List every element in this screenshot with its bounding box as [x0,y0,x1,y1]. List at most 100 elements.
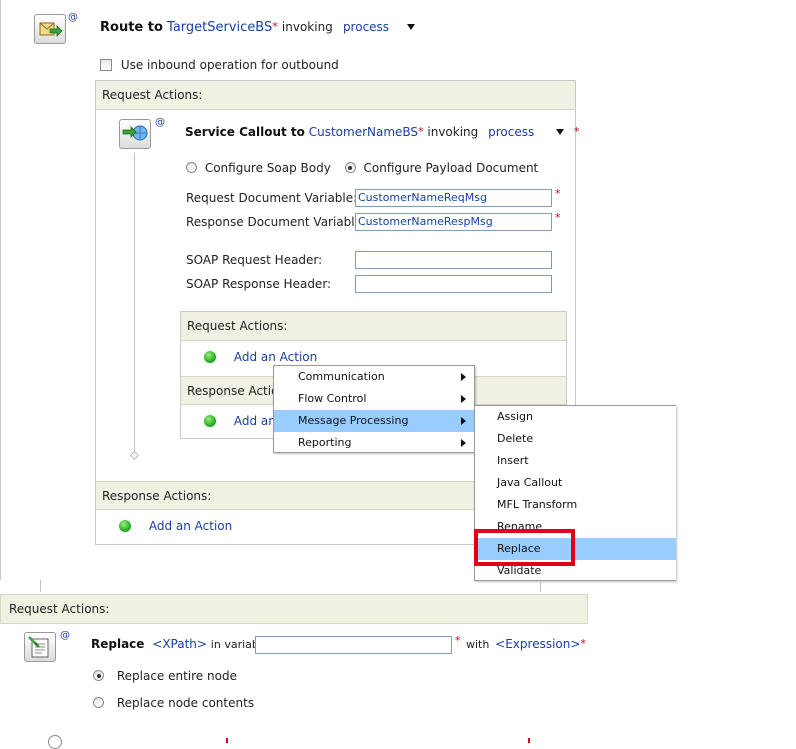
submenu-item-label: MFL Transform [497,498,578,511]
menu-item-label: Flow Control [298,392,367,405]
callout-at-icon[interactable]: @ [155,117,165,128]
add-action-icon[interactable] [204,351,216,363]
use-inbound-row: Use inbound operation for outbound [100,58,339,72]
replace-row: Replace <XPath> in variable [91,637,269,651]
response-add-action[interactable]: Add an Action [119,519,232,533]
callout-operation-dropdown-icon[interactable] [556,129,565,135]
menu-item-label: Reporting [298,436,352,449]
replace-node-contents-label: Replace node contents [116,696,255,710]
clipped-radio [48,735,62,749]
submenu-item-label: Assign [497,410,533,423]
callout-request-add-action[interactable]: Add an Action [204,350,317,364]
divider-tick [540,580,541,592]
submenu-item-assign[interactable]: Assign [475,406,676,428]
callout-tree-line [134,153,135,453]
submenu-item-mfl-transform[interactable]: MFL Transform [475,494,676,516]
replace-label: Replace [91,637,145,651]
replace-entire-node-radio[interactable] [93,670,104,681]
submenu-arrow-icon [461,417,466,425]
route-service-link[interactable]: TargetServiceBS [167,20,272,35]
add-action-link[interactable]: Add an Action [149,519,232,533]
callout-operation[interactable]: process [488,125,534,139]
clipped-marker [528,738,530,743]
menu-item-message-processing[interactable]: Message Processing [274,410,474,432]
required-mark: * [272,20,278,33]
configure-soap-body-label: Configure Soap Body [204,161,331,175]
configure-soap-body-radio[interactable] [186,162,197,173]
expression-link[interactable]: <Expression> [495,637,580,651]
submenu-item-insert[interactable]: Insert [475,450,676,472]
replace-variable-required: * [455,634,461,647]
callout-response-actions-label: Response Actio [187,384,279,398]
replace-highlight-box [474,529,575,566]
route-prefix: Route to [100,20,163,35]
response-doc-label: Response Document Variable: [186,215,367,229]
route-operation[interactable]: process [343,20,389,34]
menu-item-communication[interactable]: Communication [274,366,474,388]
replace-at-icon[interactable]: @ [60,630,70,641]
soap-response-header-input[interactable] [355,275,552,293]
replace-with-row: with <Expression>* [466,637,586,651]
service-callout-title: Service Callout to CustomerNameBS* invok… [185,125,579,139]
callout-response-add-action[interactable]: Add an [204,414,276,428]
replace-entire-node-option: Replace entire node [93,669,237,683]
replace-node-contents-option: Replace node contents [93,696,254,710]
replace-entire-node-label: Replace entire node [116,669,237,683]
required-mark: * [418,125,424,138]
submenu-item-java-callout[interactable]: Java Callout [475,472,676,494]
replace-icon[interactable] [24,632,56,662]
response-doc-input[interactable]: CustomerNameRespMsg [355,213,552,231]
context-menu: Communication Flow Control Message Proce… [273,365,475,453]
xpath-link[interactable]: <XPath> [152,637,207,651]
route-at-icon[interactable]: @ [68,12,78,23]
callout-required-mark: * [573,125,580,138]
required-mark: * [580,637,586,650]
soap-request-header-label: SOAP Request Header: [186,253,323,267]
response-doc-required: * [555,211,561,224]
use-inbound-checkbox[interactable] [100,59,112,71]
route-operation-dropdown-icon[interactable] [407,24,416,30]
left-guide-line [0,0,1,580]
bottom-request-actions-header: Request Actions: [0,594,588,624]
callout-invoking: invoking [427,125,479,139]
configure-payload-label: Configure Payload Document [363,161,539,175]
callout-request-actions-header: Request Actions: [181,312,566,341]
submenu-arrow-icon [461,373,466,381]
soap-request-header-input[interactable] [355,251,552,269]
submenu-item-label: Java Callout [497,476,563,489]
bottom-request-actions-label: Request Actions: [9,602,110,616]
response-actions-label: Response Actions: [102,489,212,503]
submenu-item-delete[interactable]: Delete [475,428,676,450]
replace-variable-input[interactable] [255,636,452,654]
configure-payload-radio[interactable] [344,162,356,173]
callout-service-link[interactable]: CustomerNameBS [309,125,418,139]
menu-item-reporting[interactable]: Reporting [274,432,474,454]
with-label: with [466,638,490,651]
submenu-arrow-icon [461,395,466,403]
request-doc-label: Request Document Variable: [186,191,358,205]
menu-item-label: Message Processing [298,414,409,427]
tree-end-marker [130,451,139,460]
add-action-icon[interactable] [119,520,131,532]
callout-prefix: Service Callout to [185,125,305,139]
add-action-link[interactable]: Add an Action [234,350,317,364]
route-icon[interactable] [34,14,66,44]
submenu-item-label: Insert [497,454,529,467]
menu-item-label: Communication [298,370,385,383]
add-action-icon[interactable] [204,415,216,427]
service-callout-icon[interactable] [119,119,151,149]
route-title: Route to TargetServiceBS* invoking proce… [100,20,416,35]
submenu-item-label: Delete [497,432,534,445]
configure-options: Configure Soap Body Configure Payload Do… [186,161,538,175]
add-action-link-partial[interactable]: Add an [234,414,276,428]
request-actions-header: Request Actions: [96,81,575,110]
route-invoking: invoking [281,20,333,34]
request-doc-input[interactable]: CustomerNameReqMsg [355,189,552,207]
clipped-marker [226,738,228,743]
request-doc-required: * [555,187,561,200]
menu-item-flow-control[interactable]: Flow Control [274,388,474,410]
submenu-arrow-icon [461,439,466,447]
divider-tick [40,580,41,592]
soap-response-header-label: SOAP Response Header: [186,277,332,291]
replace-node-contents-radio[interactable] [93,697,104,708]
